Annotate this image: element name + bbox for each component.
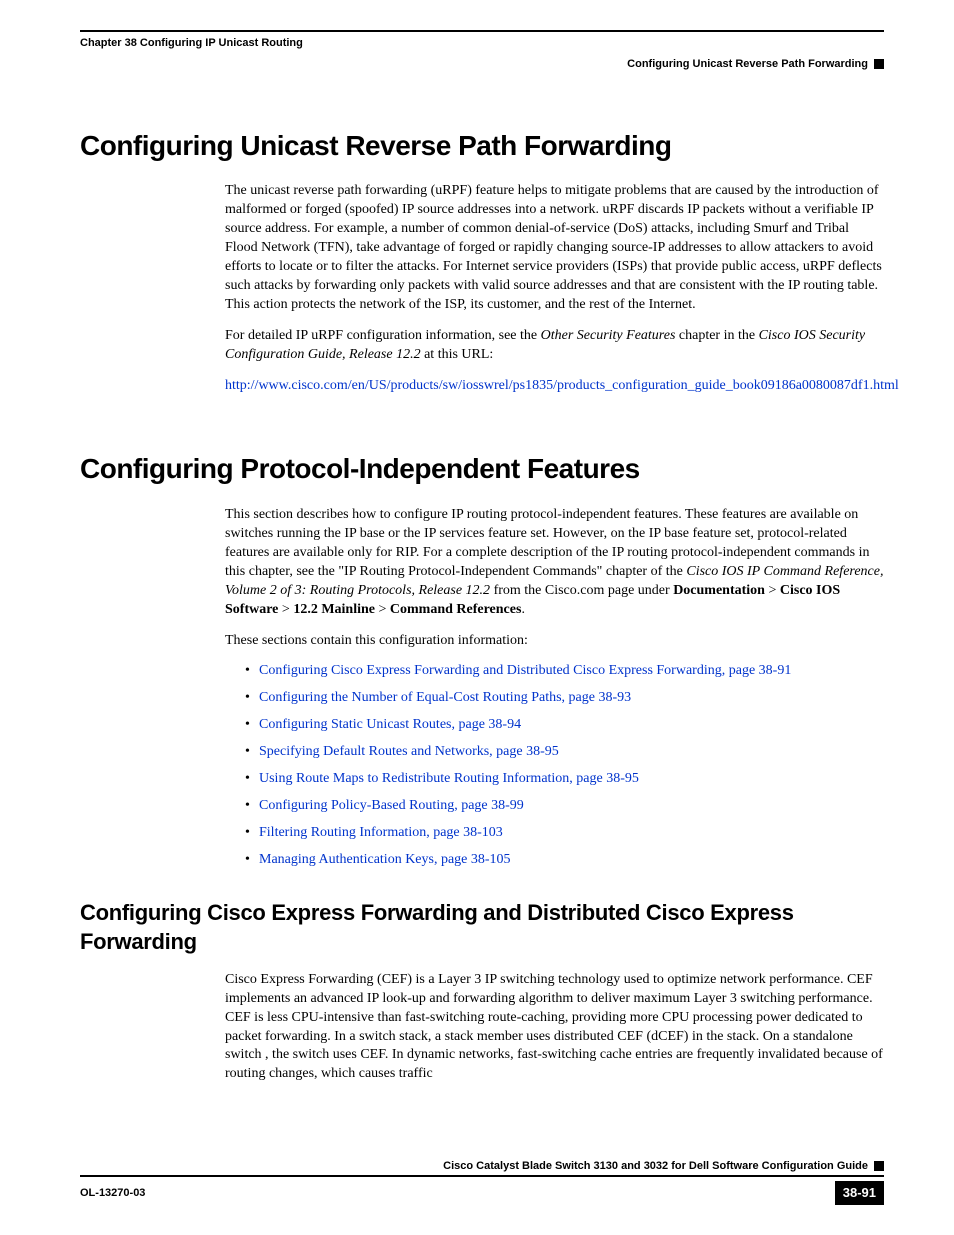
footer-marker-icon bbox=[874, 1161, 884, 1171]
footer-book-title: Cisco Catalyst Blade Switch 3130 and 303… bbox=[443, 1159, 868, 1174]
header-marker-icon bbox=[874, 59, 884, 69]
xref-link[interactable]: Specifying Default Routes and Networks, … bbox=[259, 744, 559, 759]
section-heading-protocol-independent: Configuring Protocol-Independent Feature… bbox=[80, 450, 884, 488]
xref-link[interactable]: Managing Authentication Keys, page 38-10… bbox=[259, 852, 511, 867]
header-left: Chapter 38 Configuring IP Unicast Routin… bbox=[80, 36, 303, 51]
body-paragraph: For detailed IP uRPF configuration infor… bbox=[225, 327, 884, 365]
body-paragraph: These sections contain this configuratio… bbox=[225, 632, 884, 651]
list-item: Filtering Routing Information, page 38-1… bbox=[245, 824, 884, 843]
list-item: Using Route Maps to Redistribute Routing… bbox=[245, 770, 884, 789]
xref-link[interactable]: Configuring Cisco Express Forwarding and… bbox=[259, 663, 791, 678]
list-item: Configuring the Number of Equal-Cost Rou… bbox=[245, 689, 884, 708]
xref-link[interactable]: Configuring the Number of Equal-Cost Rou… bbox=[259, 690, 631, 705]
footer-doc-id: OL-13270-03 bbox=[80, 1186, 145, 1201]
list-item: Managing Authentication Keys, page 38-10… bbox=[245, 851, 884, 870]
subsection-heading-cef: Configuring Cisco Express Forwarding and… bbox=[80, 898, 884, 957]
page-footer: Cisco Catalyst Blade Switch 3130 and 303… bbox=[80, 1159, 884, 1205]
list-item: Configuring Cisco Express Forwarding and… bbox=[245, 662, 884, 681]
xref-link[interactable]: Filtering Routing Information, page 38-1… bbox=[259, 825, 503, 840]
list-item: Configuring Policy-Based Routing, page 3… bbox=[245, 797, 884, 816]
list-item: Specifying Default Routes and Networks, … bbox=[245, 743, 884, 762]
body-paragraph: The unicast reverse path forwarding (uRP… bbox=[225, 182, 884, 314]
xref-link[interactable]: Using Route Maps to Redistribute Routing… bbox=[259, 771, 639, 786]
link-list: Configuring Cisco Express Forwarding and… bbox=[225, 662, 884, 869]
section-heading-urpf: Configuring Unicast Reverse Path Forward… bbox=[80, 127, 884, 165]
list-item: Configuring Static Unicast Routes, page … bbox=[245, 716, 884, 735]
page-number-badge: 38-91 bbox=[835, 1181, 884, 1205]
xref-link[interactable]: Configuring Policy-Based Routing, page 3… bbox=[259, 798, 524, 813]
page-header: Chapter 38 Configuring IP Unicast Routin… bbox=[80, 36, 884, 51]
body-paragraph: Cisco Express Forwarding (CEF) is a Laye… bbox=[225, 971, 884, 1084]
xref-link[interactable]: Configuring Static Unicast Routes, page … bbox=[259, 717, 521, 732]
external-link-cisco[interactable]: http://www.cisco.com/en/US/products/sw/i… bbox=[225, 378, 899, 393]
body-paragraph: This section describes how to configure … bbox=[225, 506, 884, 619]
header-right: Configuring Unicast Reverse Path Forward… bbox=[627, 57, 868, 72]
